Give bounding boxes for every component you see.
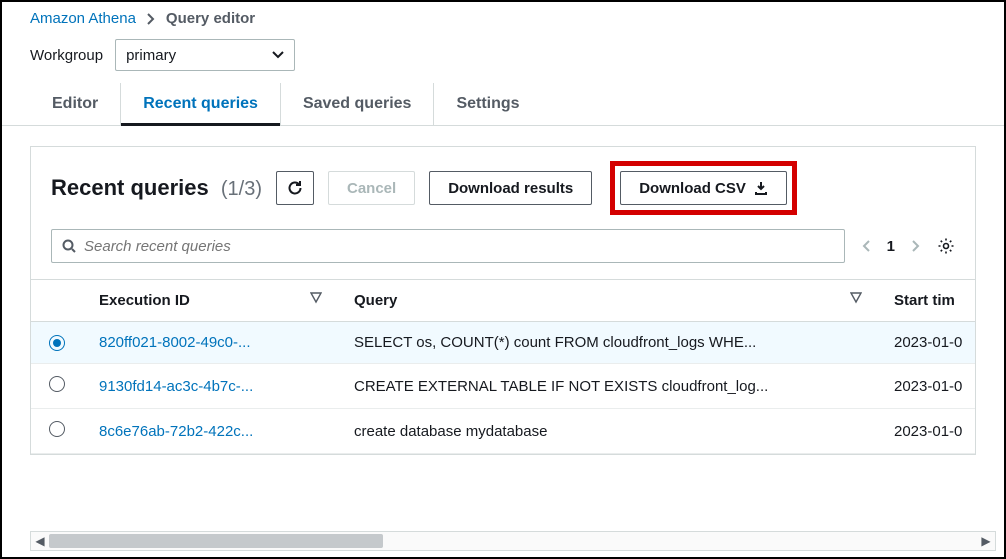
sort-icon[interactable]	[310, 292, 322, 304]
download-icon	[754, 181, 768, 195]
recent-queries-panel: Recent queries (1/3) Cancel Download res…	[30, 146, 976, 455]
tab-settings[interactable]: Settings	[433, 83, 541, 125]
workgroup-row: Workgroup primary	[2, 31, 1004, 83]
refresh-button[interactable]	[276, 171, 314, 205]
table-row[interactable]: 9130fd14-ac3c-4b7c-... CREATE EXTERNAL T…	[31, 364, 975, 409]
breadcrumb: Amazon Athena Query editor	[2, 2, 1004, 31]
col-execution-id[interactable]: Execution ID	[83, 280, 338, 322]
workgroup-select[interactable]: primary	[115, 39, 295, 71]
workgroup-label: Workgroup	[30, 47, 103, 64]
scroll-right-icon[interactable]: ▶	[977, 534, 995, 548]
panel-count: (1/3)	[221, 178, 262, 200]
query-cell: CREATE EXTERNAL TABLE IF NOT EXISTS clou…	[338, 364, 878, 409]
search-box[interactable]	[51, 229, 845, 263]
caret-down-icon	[272, 51, 284, 59]
recent-queries-table: Execution ID Query Start tim	[31, 280, 975, 454]
download-csv-button[interactable]: Download CSV	[620, 171, 787, 205]
scroll-track[interactable]	[49, 532, 977, 550]
page-next-icon[interactable]	[911, 239, 921, 253]
start-time-cell: 2023-01-0	[878, 409, 975, 454]
row-radio[interactable]	[49, 376, 65, 392]
start-time-cell: 2023-01-0	[878, 322, 975, 364]
execution-id-link[interactable]: 9130fd14-ac3c-4b7c-...	[99, 378, 253, 395]
tab-saved-queries[interactable]: Saved queries	[280, 83, 434, 125]
search-icon	[62, 239, 76, 253]
execution-id-link[interactable]: 8c6e76ab-72b2-422c...	[99, 423, 253, 440]
download-csv-label: Download CSV	[639, 180, 746, 197]
col-start-time[interactable]: Start tim	[878, 280, 975, 322]
col-select	[31, 280, 83, 322]
download-results-button[interactable]: Download results	[429, 171, 592, 205]
sort-icon[interactable]	[850, 292, 862, 304]
scroll-left-icon[interactable]: ◀	[31, 534, 49, 548]
page-number: 1	[887, 238, 895, 255]
query-cell: SELECT os, COUNT(*) count FROM cloudfron…	[338, 322, 878, 364]
chevron-right-icon	[146, 13, 156, 25]
breadcrumb-current: Query editor	[166, 10, 255, 27]
page-prev-icon[interactable]	[861, 239, 871, 253]
settings-gear-icon[interactable]	[937, 237, 955, 255]
refresh-icon	[287, 180, 303, 196]
tab-recent-queries[interactable]: Recent queries	[120, 83, 280, 125]
col-execution-id-label: Execution ID	[99, 292, 190, 309]
tab-editor[interactable]: Editor	[30, 83, 120, 125]
col-query[interactable]: Query	[338, 280, 878, 322]
search-input[interactable]	[84, 238, 834, 255]
col-start-time-label: Start tim	[894, 292, 955, 309]
panel-title: Recent queries (1/3)	[51, 175, 262, 201]
query-cell: create database mydatabase	[338, 409, 878, 454]
workgroup-value: primary	[126, 47, 176, 64]
table-row[interactable]: 8c6e76ab-72b2-422c... create database my…	[31, 409, 975, 454]
row-radio[interactable]	[49, 335, 65, 351]
horizontal-scrollbar[interactable]: ◀ ▶	[30, 531, 996, 551]
panel-title-text: Recent queries	[51, 175, 209, 200]
scroll-thumb[interactable]	[49, 534, 383, 548]
table-row[interactable]: 820ff021-8002-49c0-... SELECT os, COUNT(…	[31, 322, 975, 364]
cancel-button: Cancel	[328, 171, 415, 205]
tabs: Editor Recent queries Saved queries Sett…	[2, 83, 1004, 126]
table-container: Execution ID Query Start tim	[31, 279, 975, 454]
search-pagination-row: 1	[31, 229, 975, 279]
col-query-label: Query	[354, 292, 397, 309]
execution-id-link[interactable]: 820ff021-8002-49c0-...	[99, 334, 251, 351]
breadcrumb-root-link[interactable]: Amazon Athena	[30, 10, 136, 27]
row-radio[interactable]	[49, 421, 65, 437]
highlight-annotation: Download CSV	[610, 161, 797, 215]
panel-header: Recent queries (1/3) Cancel Download res…	[31, 147, 975, 229]
pagination: 1	[861, 238, 921, 255]
start-time-cell: 2023-01-0	[878, 364, 975, 409]
